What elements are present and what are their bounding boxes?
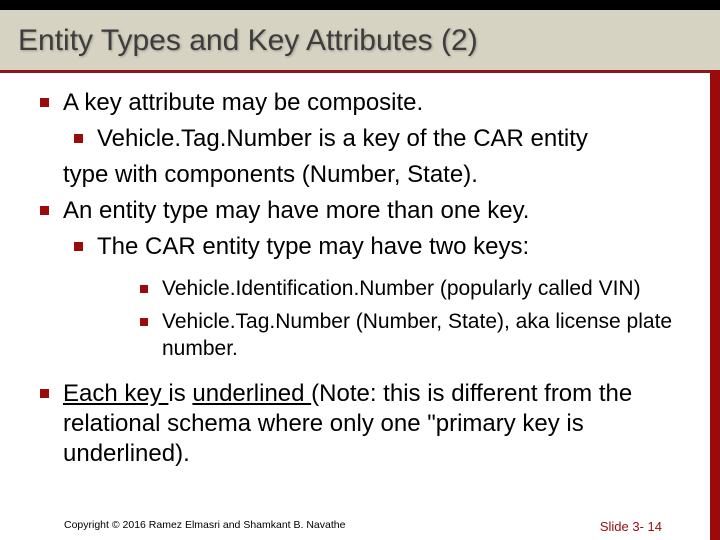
slide-number: Slide 3- 14 [600, 519, 662, 534]
bullet-icon [74, 134, 83, 143]
bullet-text: A key attribute may be composite. [63, 88, 423, 118]
title-band: Entity Types and Key Attributes (2) [0, 10, 720, 73]
bullet-1-1: Vehicle.Tag.Number is a key of the CAR e… [74, 124, 684, 154]
bullet-icon [40, 206, 49, 215]
slide-content: A key attribute may be composite. Vehicl… [0, 70, 720, 540]
slide-title: Entity Types and Key Attributes (2) [18, 24, 702, 58]
bullet-1-1-cont: type with components (Number, State). [40, 160, 684, 190]
bullet-text: Vehicle.Tag.Number is a key of the CAR e… [97, 124, 588, 154]
bullet-icon [40, 98, 49, 107]
plain-text: is [168, 380, 192, 407]
top-strip [0, 0, 720, 10]
level3-group: Vehicle.Identification.Number (popularly… [40, 276, 684, 363]
bullet-text: Vehicle.Tag.Number (Number, State), aka … [162, 309, 684, 363]
bullet-2-1: The CAR entity type may have two keys: [74, 232, 684, 262]
copyright-text: Copyright © 2016 Ramez Elmasri and Shamk… [64, 519, 345, 534]
bullet-2-1-2: Vehicle.Tag.Number (Number, State), aka … [140, 309, 684, 363]
underline-text: underlined [192, 380, 311, 407]
bullet-text: An entity type may have more than one ke… [63, 196, 529, 226]
bullet-1: A key attribute may be composite. [40, 88, 684, 118]
bullet-2: An entity type may have more than one ke… [40, 196, 684, 226]
bullet-2-1-1: Vehicle.Identification.Number (popularly… [140, 276, 684, 303]
bullet-icon [140, 318, 148, 326]
bullet-icon [74, 242, 83, 251]
bullet-icon [40, 389, 49, 398]
bullet-text: Vehicle.Identification.Number (popularly… [162, 276, 641, 303]
bullet-text: Each key is underlined (Note: this is di… [63, 379, 684, 469]
bullet-text: The CAR entity type may have two keys: [97, 232, 529, 262]
bullet-text: type with components (Number, State). [63, 160, 478, 190]
bullet-icon [140, 285, 148, 293]
bullet-3: Each key is underlined (Note: this is di… [40, 379, 684, 469]
underline-text: Each key [63, 380, 168, 407]
footer: Copyright © 2016 Ramez Elmasri and Shamk… [0, 519, 710, 534]
